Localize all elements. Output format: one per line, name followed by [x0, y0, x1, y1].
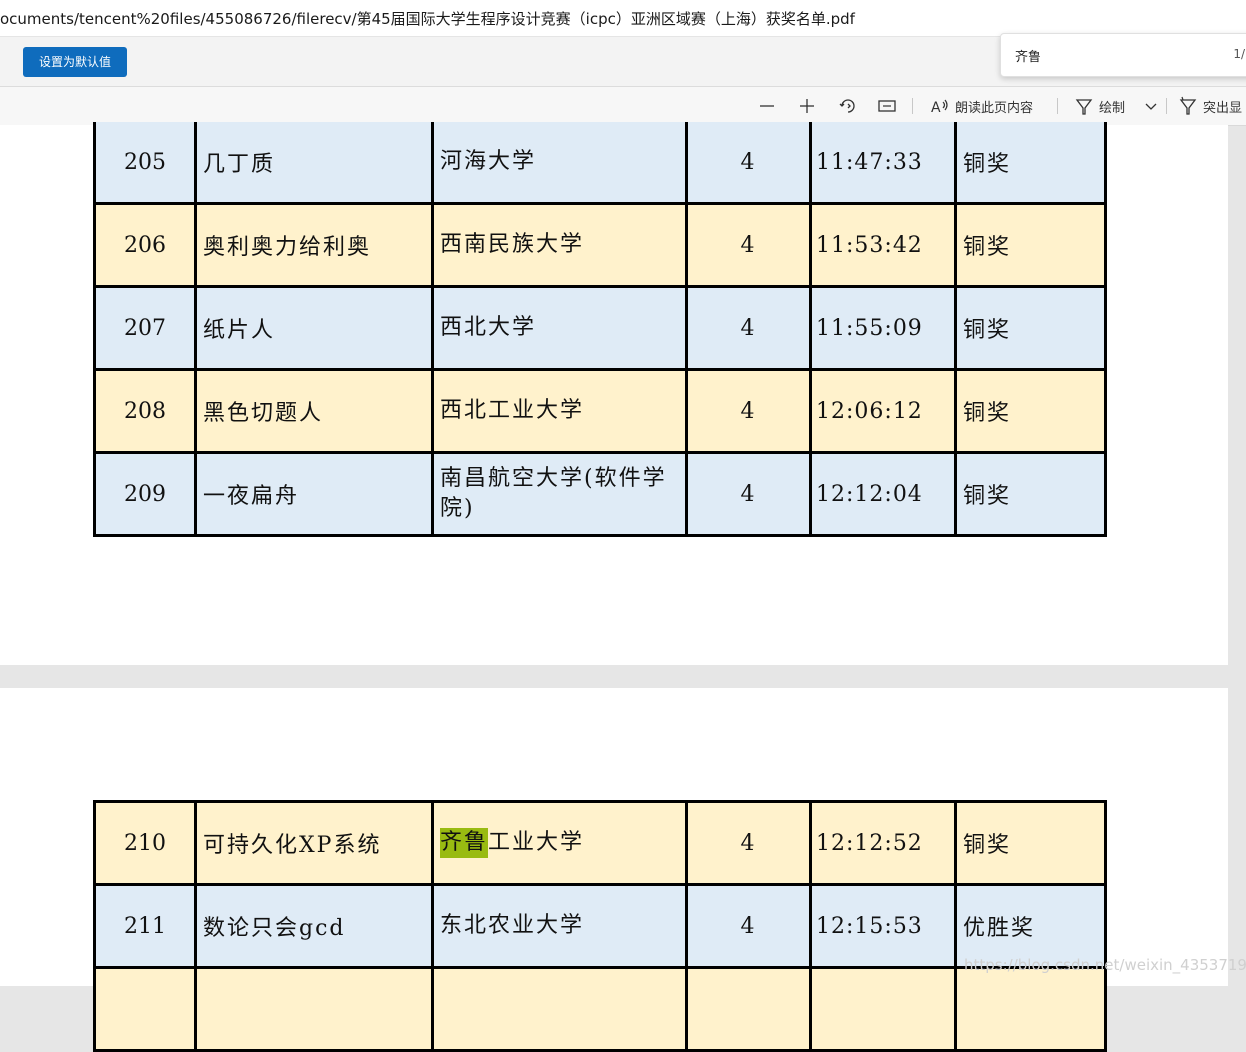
school-cell: 西北大学	[434, 288, 688, 368]
svg-text:A: A	[931, 100, 941, 116]
plus-icon	[800, 99, 814, 113]
rotate-button[interactable]	[838, 93, 858, 119]
pdf-page: 205 几丁质 河海大学 4 11:47:33 铜奖 206 奥利奥力给利奥 西南民族大学 4 11…	[0, 122, 1228, 665]
read-aloud-button[interactable]: A 朗读此页内容	[930, 93, 1033, 119]
table-row	[96, 969, 1107, 1052]
school-cell: 东北农业大学	[434, 886, 688, 966]
award-cell: 铜奖	[957, 371, 1107, 451]
table-row: 205 几丁质 河海大学 4 11:47:33 铜奖	[96, 122, 1107, 205]
team-cell: 奥利奥力给利奥	[197, 205, 434, 285]
time-cell: 12:12:52	[812, 803, 957, 883]
time-cell: 11:47:33	[812, 122, 957, 202]
rotate-icon	[839, 99, 855, 113]
draw-icon	[1075, 99, 1093, 115]
toolbar-divider	[912, 98, 913, 114]
minus-icon	[760, 105, 774, 107]
url-text[interactable]: ocuments/tencent%20files/455086726/filer…	[0, 8, 855, 29]
empty-cell	[434, 969, 688, 1049]
award-cell: 铜奖	[957, 205, 1107, 285]
school-cell: 西北工业大学	[434, 371, 688, 451]
find-result-count: 1/	[1233, 47, 1245, 61]
award-cell: 铜奖	[957, 803, 1107, 883]
rank-cell: 206	[96, 205, 197, 285]
search-match-highlight: 齐鲁	[440, 828, 489, 858]
zoom-in-button[interactable]	[797, 93, 817, 119]
time-cell: 11:53:42	[812, 205, 957, 285]
watermark: https://blog.csdn.net/weixin_43537190	[964, 956, 1246, 974]
team-cell: 几丁质	[197, 122, 434, 202]
team-cell: 一夜扁舟	[197, 454, 434, 534]
school-cell: 齐鲁 工业大学	[434, 803, 688, 883]
time-cell: 12:12:04	[812, 454, 957, 534]
solved-cell: 4	[688, 454, 812, 534]
draw-options-dropdown[interactable]	[1143, 93, 1159, 119]
table-row: 211 数论只会gcd 东北农业大学 4 12:15:53 优胜奖	[96, 886, 1107, 969]
empty-cell	[96, 969, 197, 1049]
table-row: 206 奥利奥力给利奥 西南民族大学 4 11:53:42 铜奖	[96, 205, 1107, 288]
empty-cell	[812, 969, 957, 1049]
results-table: 210 可持久化XP系统 齐鲁 工业大学 4 12:12:52 铜奖 211 数论只会gcd 东北…	[93, 800, 1107, 1052]
time-cell: 12:06:12	[812, 371, 957, 451]
solved-cell: 4	[688, 803, 812, 883]
school-cell: 河海大学	[434, 122, 688, 202]
solved-cell: 4	[688, 886, 812, 966]
set-default-button[interactable]: 设置为默认值	[23, 47, 127, 77]
table-row: 210 可持久化XP系统 齐鲁 工业大学 4 12:12:52 铜奖	[96, 803, 1107, 886]
rank-cell: 208	[96, 371, 197, 451]
table-row: 207 纸片人 西北大学 4 11:55:09 铜奖	[96, 288, 1107, 371]
team-cell: 数论只会gcd	[197, 886, 434, 966]
read-aloud-icon: A	[931, 99, 948, 116]
toolbar-divider	[1166, 98, 1167, 114]
find-input[interactable]	[1015, 45, 1215, 65]
find-bar: 1/	[1000, 33, 1246, 77]
empty-cell	[688, 969, 812, 1049]
time-cell: 12:15:53	[812, 886, 957, 966]
rank-cell: 207	[96, 288, 197, 368]
rank-cell: 205	[96, 122, 197, 202]
highlight-button[interactable]: 突出显	[1179, 93, 1242, 119]
solved-cell: 4	[688, 122, 812, 202]
award-cell: 铜奖	[957, 454, 1107, 534]
highlight-label: 突出显	[1203, 100, 1243, 116]
rank-cell: 211	[96, 886, 197, 966]
draw-label: 绘制	[1099, 100, 1126, 116]
team-cell: 可持久化XP系统	[197, 803, 434, 883]
time-cell: 11:55:09	[812, 288, 957, 368]
rank-cell: 209	[96, 454, 197, 534]
solved-cell: 4	[688, 288, 812, 368]
team-cell: 黑色切题人	[197, 371, 434, 451]
results-table: 205 几丁质 河海大学 4 11:47:33 铜奖 206 奥利奥力给利奥 西南民族大学 4 11…	[93, 122, 1107, 537]
read-aloud-label: 朗读此页内容	[955, 100, 1034, 116]
chevron-down-icon	[1145, 103, 1157, 110]
pdf-page: 210 可持久化XP系统 齐鲁 工业大学 4 12:12:52 铜奖 211 数论只会gcd 东北…	[0, 688, 1228, 1052]
school-cell: 南昌航空大学(软件学院)	[434, 454, 688, 534]
solved-cell: 4	[688, 205, 812, 285]
empty-cell	[197, 969, 434, 1049]
draw-button[interactable]: 绘制	[1075, 93, 1125, 119]
award-cell: 优胜奖	[957, 886, 1107, 966]
address-bar[interactable]: ocuments/tencent%20files/455086726/filer…	[0, 0, 1246, 37]
rank-cell: 210	[96, 803, 197, 883]
school-text: 工业大学	[488, 830, 585, 855]
award-cell: 铜奖	[957, 288, 1107, 368]
zoom-out-button[interactable]	[757, 93, 777, 119]
school-cell: 西南民族大学	[434, 205, 688, 285]
toolbar-divider	[1057, 98, 1058, 114]
solved-cell: 4	[688, 371, 812, 451]
team-cell: 纸片人	[197, 288, 434, 368]
fit-page-button[interactable]	[877, 93, 897, 119]
table-row: 208 黑色切题人 西北工业大学 4 12:06:12 铜奖	[96, 371, 1107, 454]
pdf-toolbar: A 朗读此页内容 绘制 突出显	[0, 87, 1246, 126]
table-row: 209 一夜扁舟 南昌航空大学(软件学院) 4 12:12:04 铜奖	[96, 454, 1107, 537]
award-cell: 铜奖	[957, 122, 1107, 202]
fit-page-icon	[878, 100, 896, 112]
highlighter-icon	[1179, 96, 1197, 115]
empty-cell	[957, 969, 1107, 1049]
